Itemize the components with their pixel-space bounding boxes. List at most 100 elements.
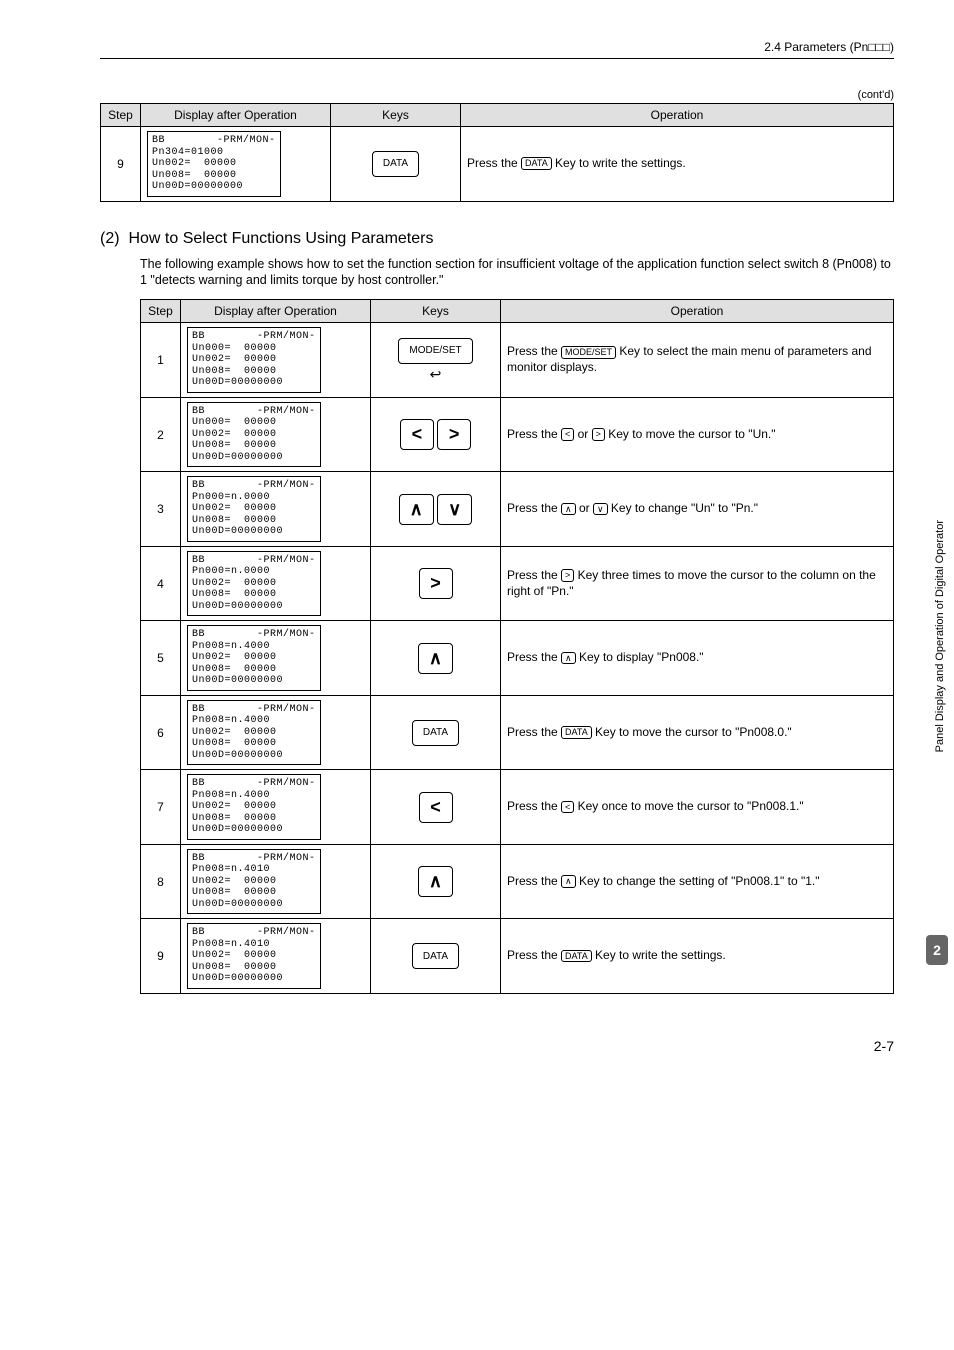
key-arrow: < bbox=[419, 792, 453, 823]
key-arrow: < bbox=[400, 419, 434, 450]
lcd-display: BB -PRM/MON- Pn008=n.4010 Un002= 00000 U… bbox=[187, 849, 321, 915]
cell-display: BB -PRM/MON- Pn000=n.0000 Un002= 00000 U… bbox=[181, 472, 371, 547]
inline-key: > bbox=[561, 569, 574, 582]
table-row: 8BB -PRM/MON- Pn008=n.4010 Un002= 00000 … bbox=[141, 844, 894, 919]
continued-label: (cont'd) bbox=[100, 89, 894, 101]
key-button: MODE/SET bbox=[398, 338, 472, 364]
cell-step: 1 bbox=[141, 323, 181, 398]
cell-operation: Press the DATA Key to write the settings… bbox=[461, 127, 894, 202]
inline-key: < bbox=[561, 428, 574, 441]
cell-display: BB -PRM/MON- Pn008=n.4000 Un002= 00000 U… bbox=[181, 695, 371, 770]
cell-step: 4 bbox=[141, 546, 181, 621]
table-row: 3BB -PRM/MON- Pn000=n.0000 Un002= 00000 … bbox=[141, 472, 894, 547]
lcd-display: BB -PRM/MON- Un000= 00000 Un002= 00000 U… bbox=[187, 327, 321, 393]
key-arrow: ∧ bbox=[399, 494, 434, 525]
table-row: 9BB -PRM/MON- Pn008=n.4010 Un002= 00000 … bbox=[141, 919, 894, 994]
side-chapter-badge: 2 bbox=[926, 935, 948, 965]
inline-key: DATA bbox=[521, 157, 552, 170]
cell-keys: DATA bbox=[331, 127, 461, 202]
lcd-display: BB -PRM/MON- Pn000=n.0000 Un002= 00000 U… bbox=[187, 551, 321, 617]
lcd-display: BB -PRM/MON- Pn008=n.4000 Un002= 00000 U… bbox=[187, 625, 321, 691]
th-step: Step bbox=[101, 104, 141, 127]
lcd-display: BB -PRM/MON- Un000= 00000 Un002= 00000 U… bbox=[187, 402, 321, 468]
cell-operation: Press the < Key once to move the cursor … bbox=[501, 770, 894, 845]
inline-key: ∧ bbox=[561, 503, 576, 516]
key-arrow: > bbox=[419, 568, 453, 599]
inline-key: > bbox=[592, 428, 605, 441]
key-button: DATA bbox=[412, 720, 459, 746]
cell-display: BB -PRM/MON- Un000= 00000 Un002= 00000 U… bbox=[181, 323, 371, 398]
cell-operation: Press the ∧ or ∨ Key to change "Un" to "… bbox=[501, 472, 894, 547]
cell-operation: Press the ∧ Key to change the setting of… bbox=[501, 844, 894, 919]
key-arrow: > bbox=[437, 419, 471, 450]
cell-keys: MODE/SET ↩ bbox=[371, 323, 501, 398]
cell-step: 9 bbox=[141, 919, 181, 994]
cell-operation: Press the DATA Key to write the settings… bbox=[501, 919, 894, 994]
lcd-display: BB -PRM/MON- Pn000=n.0000 Un002= 00000 U… bbox=[187, 476, 321, 542]
cell-step: 6 bbox=[141, 695, 181, 770]
cell-display: BB -PRM/MON- Pn304=01000 Un002= 00000 Un… bbox=[141, 127, 331, 202]
cell-step: 7 bbox=[141, 770, 181, 845]
th-keys: Keys bbox=[331, 104, 461, 127]
cell-display: BB -PRM/MON- Pn000=n.0000 Un002= 00000 U… bbox=[181, 546, 371, 621]
return-icon: ↩ bbox=[430, 366, 442, 383]
inline-key: ∧ bbox=[561, 652, 576, 665]
cell-display: BB -PRM/MON- Pn008=n.4010 Un002= 00000 U… bbox=[181, 919, 371, 994]
inline-key: DATA bbox=[561, 726, 592, 739]
lcd-display: BB -PRM/MON- Pn008=n.4000 Un002= 00000 U… bbox=[187, 774, 321, 840]
th-display: Display after Operation bbox=[141, 104, 331, 127]
th-operation: Operation bbox=[461, 104, 894, 127]
cell-step: 3 bbox=[141, 472, 181, 547]
procedure-table-2: Step Display after Operation Keys Operat… bbox=[140, 299, 894, 994]
page-number: 2-7 bbox=[874, 1038, 894, 1054]
side-tab-label: Panel Display and Operation of Digital O… bbox=[934, 520, 946, 752]
cell-keys: DATA bbox=[371, 695, 501, 770]
inline-key: DATA bbox=[561, 950, 592, 963]
cell-display: BB -PRM/MON- Pn008=n.4000 Un002= 00000 U… bbox=[181, 770, 371, 845]
inline-key: ∧ bbox=[561, 875, 576, 888]
th-display: Display after Operation bbox=[181, 300, 371, 323]
cell-keys: < > bbox=[371, 397, 501, 472]
key-arrow: ∧ bbox=[418, 866, 453, 897]
cell-keys: ∧ bbox=[371, 621, 501, 696]
cell-operation: Press the DATA Key to move the cursor to… bbox=[501, 695, 894, 770]
cell-step: 2 bbox=[141, 397, 181, 472]
cell-step: 9 bbox=[101, 127, 141, 202]
cell-operation: Press the MODE/SET Key to select the mai… bbox=[501, 323, 894, 398]
table-row: 6BB -PRM/MON- Pn008=n.4000 Un002= 00000 … bbox=[141, 695, 894, 770]
table-row: 5BB -PRM/MON- Pn008=n.4000 Un002= 00000 … bbox=[141, 621, 894, 696]
cell-keys: ∧ ∨ bbox=[371, 472, 501, 547]
section-body: The following example shows how to set t… bbox=[140, 256, 894, 290]
key-button: DATA bbox=[412, 943, 459, 969]
cell-step: 5 bbox=[141, 621, 181, 696]
table-row: 9BB -PRM/MON- Pn304=01000 Un002= 00000 U… bbox=[101, 127, 894, 202]
cell-keys: > bbox=[371, 546, 501, 621]
inline-key: MODE/SET bbox=[561, 346, 616, 359]
inline-key: < bbox=[561, 801, 574, 814]
cell-operation: Press the ∧ Key to display "Pn008." bbox=[501, 621, 894, 696]
cell-operation: Press the < or > Key to move the cursor … bbox=[501, 397, 894, 472]
key-button: DATA bbox=[372, 151, 419, 177]
lcd-display: BB -PRM/MON- Pn008=n.4000 Un002= 00000 U… bbox=[187, 700, 321, 766]
section-title-text: How to Select Functions Using Parameters bbox=[128, 230, 433, 247]
table-row: 1BB -PRM/MON- Un000= 00000 Un002= 00000 … bbox=[141, 323, 894, 398]
table-row: 2BB -PRM/MON- Un000= 00000 Un002= 00000 … bbox=[141, 397, 894, 472]
cell-step: 8 bbox=[141, 844, 181, 919]
table-row: 4BB -PRM/MON- Pn000=n.0000 Un002= 00000 … bbox=[141, 546, 894, 621]
lcd-display: BB -PRM/MON- Pn304=01000 Un002= 00000 Un… bbox=[147, 131, 281, 197]
table-row: 7BB -PRM/MON- Pn008=n.4000 Un002= 00000 … bbox=[141, 770, 894, 845]
cell-keys: ∧ bbox=[371, 844, 501, 919]
th-operation: Operation bbox=[501, 300, 894, 323]
section-number: (2) bbox=[100, 230, 120, 247]
cell-display: BB -PRM/MON- Un000= 00000 Un002= 00000 U… bbox=[181, 397, 371, 472]
th-step: Step bbox=[141, 300, 181, 323]
page-header: 2.4 Parameters (Pn□□□) bbox=[100, 40, 894, 59]
cell-display: BB -PRM/MON- Pn008=n.4010 Un002= 00000 U… bbox=[181, 844, 371, 919]
cell-display: BB -PRM/MON- Pn008=n.4000 Un002= 00000 U… bbox=[181, 621, 371, 696]
cell-keys: DATA bbox=[371, 919, 501, 994]
lcd-display: BB -PRM/MON- Pn008=n.4010 Un002= 00000 U… bbox=[187, 923, 321, 989]
key-arrow: ∨ bbox=[437, 494, 472, 525]
key-arrow: ∧ bbox=[418, 643, 453, 674]
cell-keys: < bbox=[371, 770, 501, 845]
th-keys: Keys bbox=[371, 300, 501, 323]
